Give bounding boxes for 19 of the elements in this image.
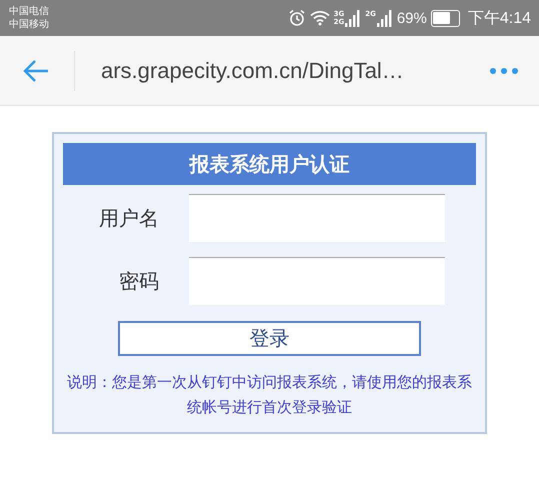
wifi-icon bbox=[310, 10, 330, 26]
field-label: 用户名 bbox=[98, 204, 159, 232]
more-icon[interactable] bbox=[489, 66, 519, 74]
signal-bars-icon bbox=[345, 9, 362, 27]
signal-bars-icon bbox=[376, 9, 393, 27]
instruction-text: 说明：您是第一次从钉钉中访问报表系统，请使用您的报表系统帐号进行首次登录验证 bbox=[66, 372, 473, 418]
battery-percentage: 69% bbox=[396, 10, 427, 26]
carrier-name: 中国移动 bbox=[9, 18, 49, 31]
field-label: 密码 bbox=[118, 268, 159, 294]
clock-time: 下午4:14 bbox=[468, 8, 531, 28]
panel-title: 报表系统用户认证 bbox=[63, 143, 476, 185]
page-url: ars.grapecity.com.cn/DingTal… bbox=[101, 58, 405, 84]
input-field[interactable] bbox=[189, 257, 445, 305]
carrier-name: 中国电信 bbox=[9, 5, 49, 18]
battery-icon bbox=[430, 10, 460, 26]
back-arrow-icon[interactable] bbox=[22, 58, 50, 82]
alarm-clock-icon bbox=[288, 9, 306, 27]
login-button[interactable]: 登录 bbox=[118, 321, 421, 356]
input-field[interactable] bbox=[189, 194, 445, 242]
